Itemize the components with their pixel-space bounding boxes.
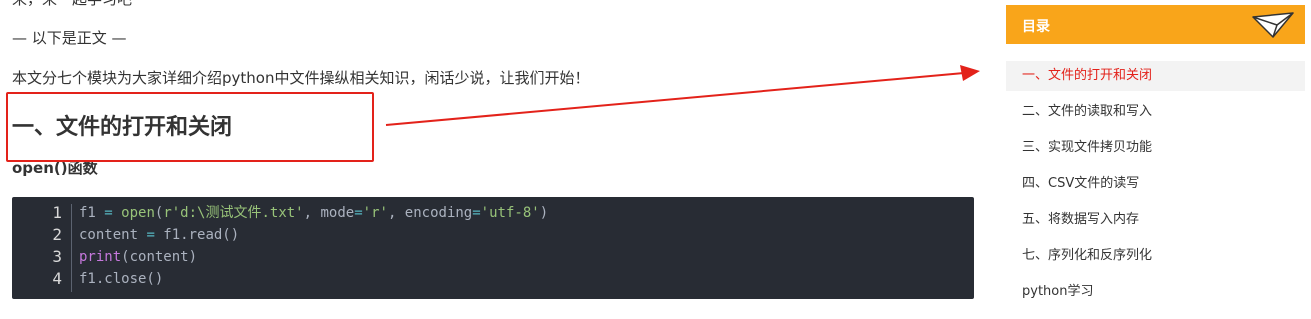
code-token: f1.close()	[79, 271, 164, 287]
code-block: 1 f1 = open(r'd:\测试文件.txt', mode='r', enc…	[12, 197, 974, 299]
code-token: 'utf-8'	[480, 205, 540, 221]
toc-item[interactable]: 四、CSV文件的读写	[1006, 169, 1305, 199]
code-text: print(content)	[79, 246, 197, 268]
toc-item[interactable]: 五、将数据写入内存	[1006, 205, 1305, 235]
toc-item[interactable]: 一、文件的打开和关闭	[1006, 61, 1305, 91]
code-token: , encoding	[387, 205, 473, 221]
code-token: (content)	[121, 249, 198, 265]
line-number: 3	[52, 247, 62, 266]
code-token: f1.read()	[154, 227, 240, 243]
code-token: open	[121, 205, 155, 221]
highlight-box	[6, 92, 374, 162]
toc-title: 目录	[1022, 19, 1050, 35]
intro-paragraph: 本文分七个模块为大家详细介绍python中文件操纵相关知识，闲话少说，让我们开始…	[12, 69, 590, 87]
code-gutter-divider	[71, 204, 72, 292]
toc-item[interactable]: 三、实现文件拷贝功能	[1006, 133, 1305, 163]
code-token: r'd:\测试文件.txt'	[163, 205, 304, 221]
line-number: 2	[52, 225, 62, 244]
code-token: =	[146, 227, 155, 243]
code-text: f1.close()	[79, 268, 163, 290]
code-text: f1 = open(r'd:\测试文件.txt', mode='r', enco…	[79, 202, 548, 224]
toc-item[interactable]: 七、序列化和反序列化	[1006, 241, 1305, 271]
line-number: 4	[52, 269, 62, 288]
table-of-contents: 目录 一、文件的打开和关闭 二、文件的读取和写入 三、实现文件拷贝功能 四、CSV文件…	[1006, 0, 1305, 319]
code-token: =	[104, 205, 113, 221]
code-token: f1	[79, 205, 105, 221]
code-token: =	[354, 205, 363, 221]
code-text: content = f1.read()	[79, 224, 239, 246]
intro-cut-line: 来，来一起学习吧	[12, 0, 132, 9]
code-token: 'r'	[362, 205, 388, 221]
code-token: print	[79, 249, 122, 265]
article-body: 来，来一起学习吧 — 以下是正文 — 本文分七个模块为大家详细介绍python中…	[0, 0, 990, 319]
code-token: content	[79, 227, 147, 243]
toc-item[interactable]: python学习	[1006, 277, 1305, 307]
content-divider: — 以下是正文 —	[12, 29, 127, 47]
code-token: )	[539, 205, 549, 221]
toc-header: 目录	[1006, 5, 1305, 44]
code-token: =	[472, 205, 481, 221]
line-number: 1	[52, 203, 62, 222]
toc-item[interactable]: 二、文件的读取和写入	[1006, 97, 1305, 127]
code-token: , mode	[303, 205, 355, 221]
paper-plane-icon	[1252, 12, 1294, 38]
